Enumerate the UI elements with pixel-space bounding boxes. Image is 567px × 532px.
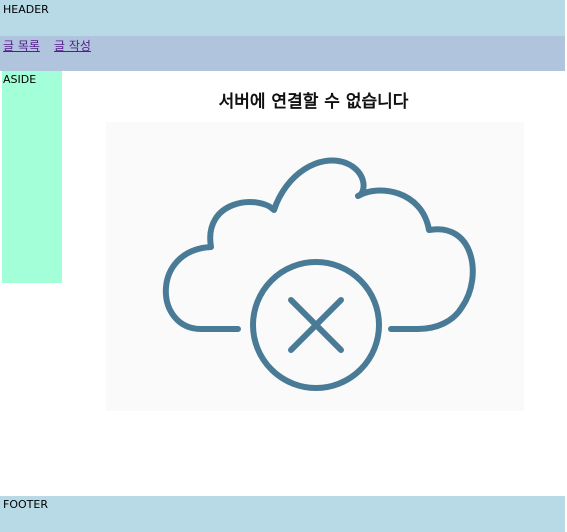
header: HEADER [0,0,565,36]
aside: ASIDE [2,71,62,283]
nav-link-post-list[interactable]: 글 목록 [3,37,40,54]
aside-label: ASIDE [3,73,37,86]
nav-bar: 글 목록 글 작성 [0,36,565,71]
nav-link-write-post[interactable]: 글 작성 [54,37,91,54]
cloud-outline [162,157,476,332]
header-label: HEADER [3,3,49,16]
main-content: 서버에 연결할 수 없습니다 [62,71,565,495]
footer: FOOTER [0,496,565,532]
error-title: 서버에 연결할 수 없습니다 [218,92,409,112]
error-image [106,122,524,411]
cloud-x-icon [162,157,476,391]
page: HEADER 글 목록 글 작성 ASIDE 서버에 연결할 수 없습니다 FO… [0,0,567,532]
footer-label: FOOTER [3,498,48,511]
